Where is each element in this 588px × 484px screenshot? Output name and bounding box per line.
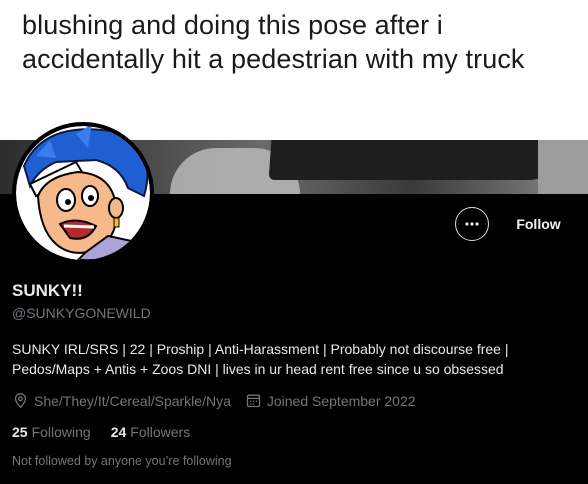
more-horizontal-icon [465,222,479,226]
profile-location-text: She/They/It/Cereal/Sparkle/Nya [34,392,231,409]
banner-photo-shadow [268,140,562,180]
profile-meta-row: She/They/It/Cereal/Sparkle/Nya Joined Se… [12,392,430,409]
follow-button[interactable]: Follow [499,207,578,241]
not-followed-note: Not followed by anyone you’re following [12,454,232,468]
banner-photo-edge [538,140,588,194]
profile-handle: @SUNKYGONEWILD [12,305,151,321]
location-pin-icon [14,393,27,409]
profile-bio: SUNKY IRL/SRS | 22 | Proship | Anti-Hara… [12,341,509,377]
profile-location: She/They/It/Cereal/Sparkle/Nya [12,392,231,409]
profile-joined-text: Joined September 2022 [266,392,416,409]
followers-count: 24 [110,424,127,440]
avatar-illustration [16,126,150,260]
followers-link[interactable]: 24 Followers [111,424,190,440]
profile-avatar[interactable] [12,122,154,264]
profile-joined: Joined September 2022 [245,392,416,409]
profile-page: blushing and doing this pose after i acc… [0,0,588,484]
followers-label: Followers [130,424,191,440]
following-count: 25 [12,424,28,440]
following-link[interactable]: 25 Following [12,424,91,440]
profile-stats: 25 Following 24 Followers [12,424,210,440]
calendar-icon [246,394,261,408]
more-options-button[interactable] [455,207,489,241]
following-label: Following [31,424,91,440]
banner-caption-text: blushing and doing this pose after i acc… [22,10,525,74]
profile-display-name: SUNKY!! [12,281,83,300]
